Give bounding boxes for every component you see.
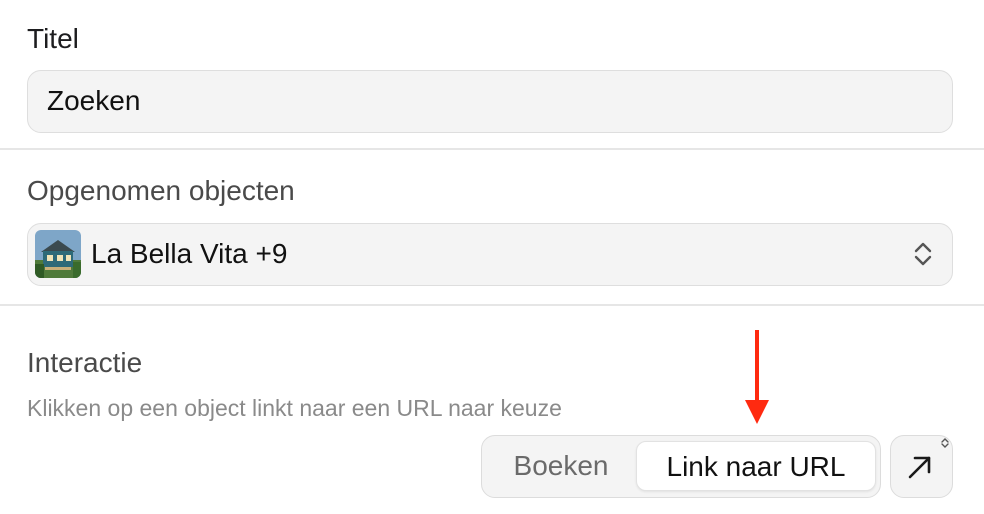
divider <box>0 304 984 306</box>
object-thumbnail <box>35 230 81 278</box>
segment-boeken[interactable]: Boeken <box>488 441 634 491</box>
red-down-arrow-icon <box>744 330 770 426</box>
interaction-description: Klikken op een object linkt naar een URL… <box>27 395 562 421</box>
divider <box>0 148 984 150</box>
chevron-up-down-icon <box>912 240 934 268</box>
title-label: Titel <box>27 23 79 54</box>
settings-panel: Titel Zoeken Opgenomen objecten La Bella… <box>0 0 984 514</box>
title-input-value: Zoeken <box>47 85 141 116</box>
objects-label: Opgenomen objecten <box>27 175 295 206</box>
arrow-up-right-icon <box>905 452 935 482</box>
interaction-segmented-control[interactable]: Boeken Link naar URL <box>481 435 881 498</box>
chevron-up-down-icon <box>940 436 950 448</box>
external-link-button[interactable] <box>890 435 953 498</box>
segment-link-naar-url[interactable]: Link naar URL <box>636 441 876 491</box>
objects-select[interactable]: La Bella Vita +9 <box>27 223 953 286</box>
objects-select-value: La Bella Vita +9 <box>91 238 288 269</box>
interaction-label: Interactie <box>27 347 143 378</box>
title-input[interactable]: Zoeken <box>27 70 953 133</box>
